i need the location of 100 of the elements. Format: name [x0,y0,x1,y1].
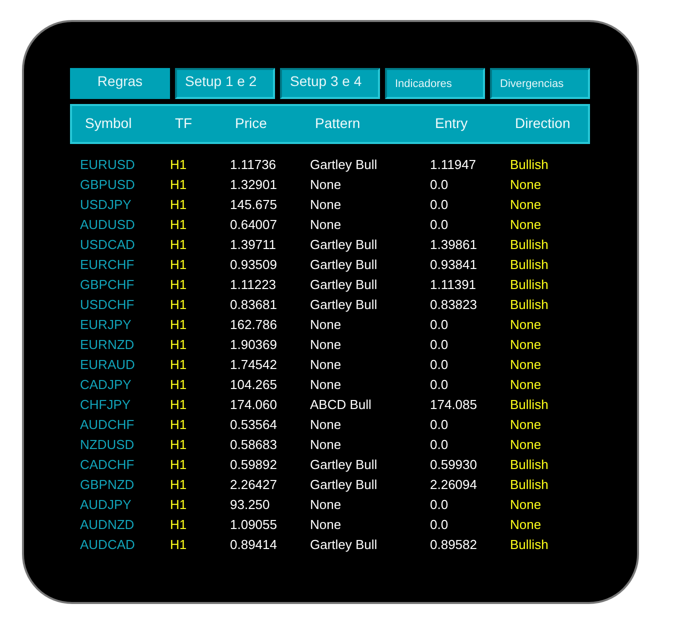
entry-cell-text: 0.0 [430,176,450,192]
tab[interactable]: Regras [70,68,170,99]
pattern-cell-text: None [310,356,342,372]
pattern-cell-text: None [310,516,342,532]
direction-cell-text: None [510,336,542,352]
direction-cell-text: Bullish [510,256,550,272]
direction-cell-text: None [510,436,542,452]
price-cell-text: 0.93509 [230,256,278,272]
direction-cell-text: None [510,176,542,192]
entry-cell-text: 0.0 [430,376,450,392]
direction-cell-text: None [510,376,542,392]
pattern-cell-text: None [310,496,342,512]
price-cell-text: 162.786 [230,316,278,332]
symbol-cell-text: EURAUD [80,356,136,372]
symbol-cell-text: AUDUSD [80,216,136,232]
tab[interactable]: Divergencias [490,68,590,99]
price-cell-text: 145.675 [230,196,278,212]
timeframe-cell-text: H1 [170,256,188,272]
entry-cell-text: 174.085 [430,396,478,412]
symbol-cell-text: AUDJPY [80,496,132,512]
pattern-cell-text: None [310,196,342,212]
direction-cell-text: None [510,416,542,432]
column-header: Symbol [85,115,133,131]
pattern-cell-text: None [310,176,342,192]
pattern-cell-text: Gartley Bull [310,536,378,552]
timeframe-cell-text: H1 [170,496,188,512]
timeframe-cell-text: H1 [170,176,188,192]
symbol-cell-text: CADCHF [80,456,136,472]
direction-cell-text: None [510,196,542,212]
price-cell-text: 1.39711 [230,236,278,252]
entry-cell-text: 1.11947 [430,156,478,172]
pattern-cell-text: Gartley Bull [310,296,378,312]
column-header: Entry [435,115,469,131]
direction-cell-text: None [510,356,542,372]
symbol-cell-text: EURUSD [80,156,136,172]
symbol-cell-text: NZDUSD [80,436,136,452]
symbol-cell-text: GBPNZD [80,476,136,492]
timeframe-cell-text: H1 [170,396,188,412]
pattern-cell-text: None [310,316,342,332]
pattern-cell-text: ABCD Bull [310,396,372,412]
timeframe-cell-text: H1 [170,316,188,332]
direction-cell-text: Bullish [510,456,550,472]
symbol-cell-text: AUDNZD [80,516,136,532]
timeframe-cell-text: H1 [170,536,188,552]
direction-cell-text: Bullish [510,276,550,292]
entry-cell-text: 0.0 [430,336,450,352]
price-cell-text: 1.11736 [230,156,278,172]
symbol-cell-text: GBPUSD [80,176,136,192]
price-cell-text: 0.59892 [230,456,278,472]
entry-cell-text: 0.0 [430,516,450,532]
tab[interactable]: Setup 3 e 4 [280,68,380,99]
timeframe-cell-text: H1 [170,216,188,232]
entry-cell-text: 0.0 [430,216,450,232]
timeframe-cell-text: H1 [170,356,188,372]
price-cell-text: 1.90369 [230,336,278,352]
timeframe-cell-text: H1 [170,436,188,452]
entry-cell-text: 2.26094 [430,476,478,492]
timeframe-cell-text: H1 [170,196,188,212]
column-header: Pattern [315,115,362,131]
entry-cell-text: 0.0 [430,316,450,332]
entry-cell-text: 0.0 [430,416,450,432]
timeframe-cell-text: H1 [170,376,188,392]
price-cell-text: 1.32901 [230,176,278,192]
entry-cell-text: 1.39861 [430,236,478,252]
pattern-cell-text: None [310,376,342,392]
tab[interactable]: Setup 1 e 2 [175,68,275,99]
entry-cell-text: 0.93841 [430,256,478,272]
entry-cell-text: 0.89582 [430,536,478,552]
price-cell-text: 0.64007 [230,216,278,232]
pattern-cell-text: Gartley Bull [310,476,378,492]
price-cell-text: 0.58683 [230,436,278,452]
entry-cell-text: 0.0 [430,196,450,212]
timeframe-cell-text: H1 [170,296,188,312]
direction-cell-text: None [510,316,542,332]
entry-cell-text: 0.0 [430,356,450,372]
pattern-cell-text: None [310,436,342,452]
direction-cell-text: Bullish [510,156,550,172]
tab[interactable]: Indicadores [385,68,485,99]
pattern-cell-text: Gartley Bull [310,276,378,292]
symbol-cell-text: EURJPY [80,316,132,332]
timeframe-cell-text: H1 [170,276,188,292]
timeframe-cell-text: H1 [170,516,188,532]
price-cell-text: 1.09055 [230,516,278,532]
timeframe-cell-text: H1 [170,336,188,352]
price-cell-text: 0.53564 [230,416,278,432]
direction-cell-text: Bullish [510,236,550,252]
timeframe-cell-text: H1 [170,156,188,172]
symbol-cell-text: USDJPY [80,196,132,212]
symbol-cell-text: USDCHF [80,296,136,312]
pattern-cell-text: Gartley Bull [310,236,378,252]
symbol-cell-text: GBPCHF [80,276,136,292]
symbol-cell-text: EURCHF [80,256,136,272]
timeframe-cell-text: H1 [170,476,188,492]
entry-cell-text: 1.11391 [430,276,478,292]
direction-cell-text: Bullish [510,536,550,552]
entry-cell-text: 0.0 [430,496,450,512]
price-cell-text: 0.89414 [230,536,278,552]
direction-cell-text: None [510,516,542,532]
price-cell-text: 93.250 [230,496,271,512]
symbol-cell-text: USDCAD [80,236,136,252]
